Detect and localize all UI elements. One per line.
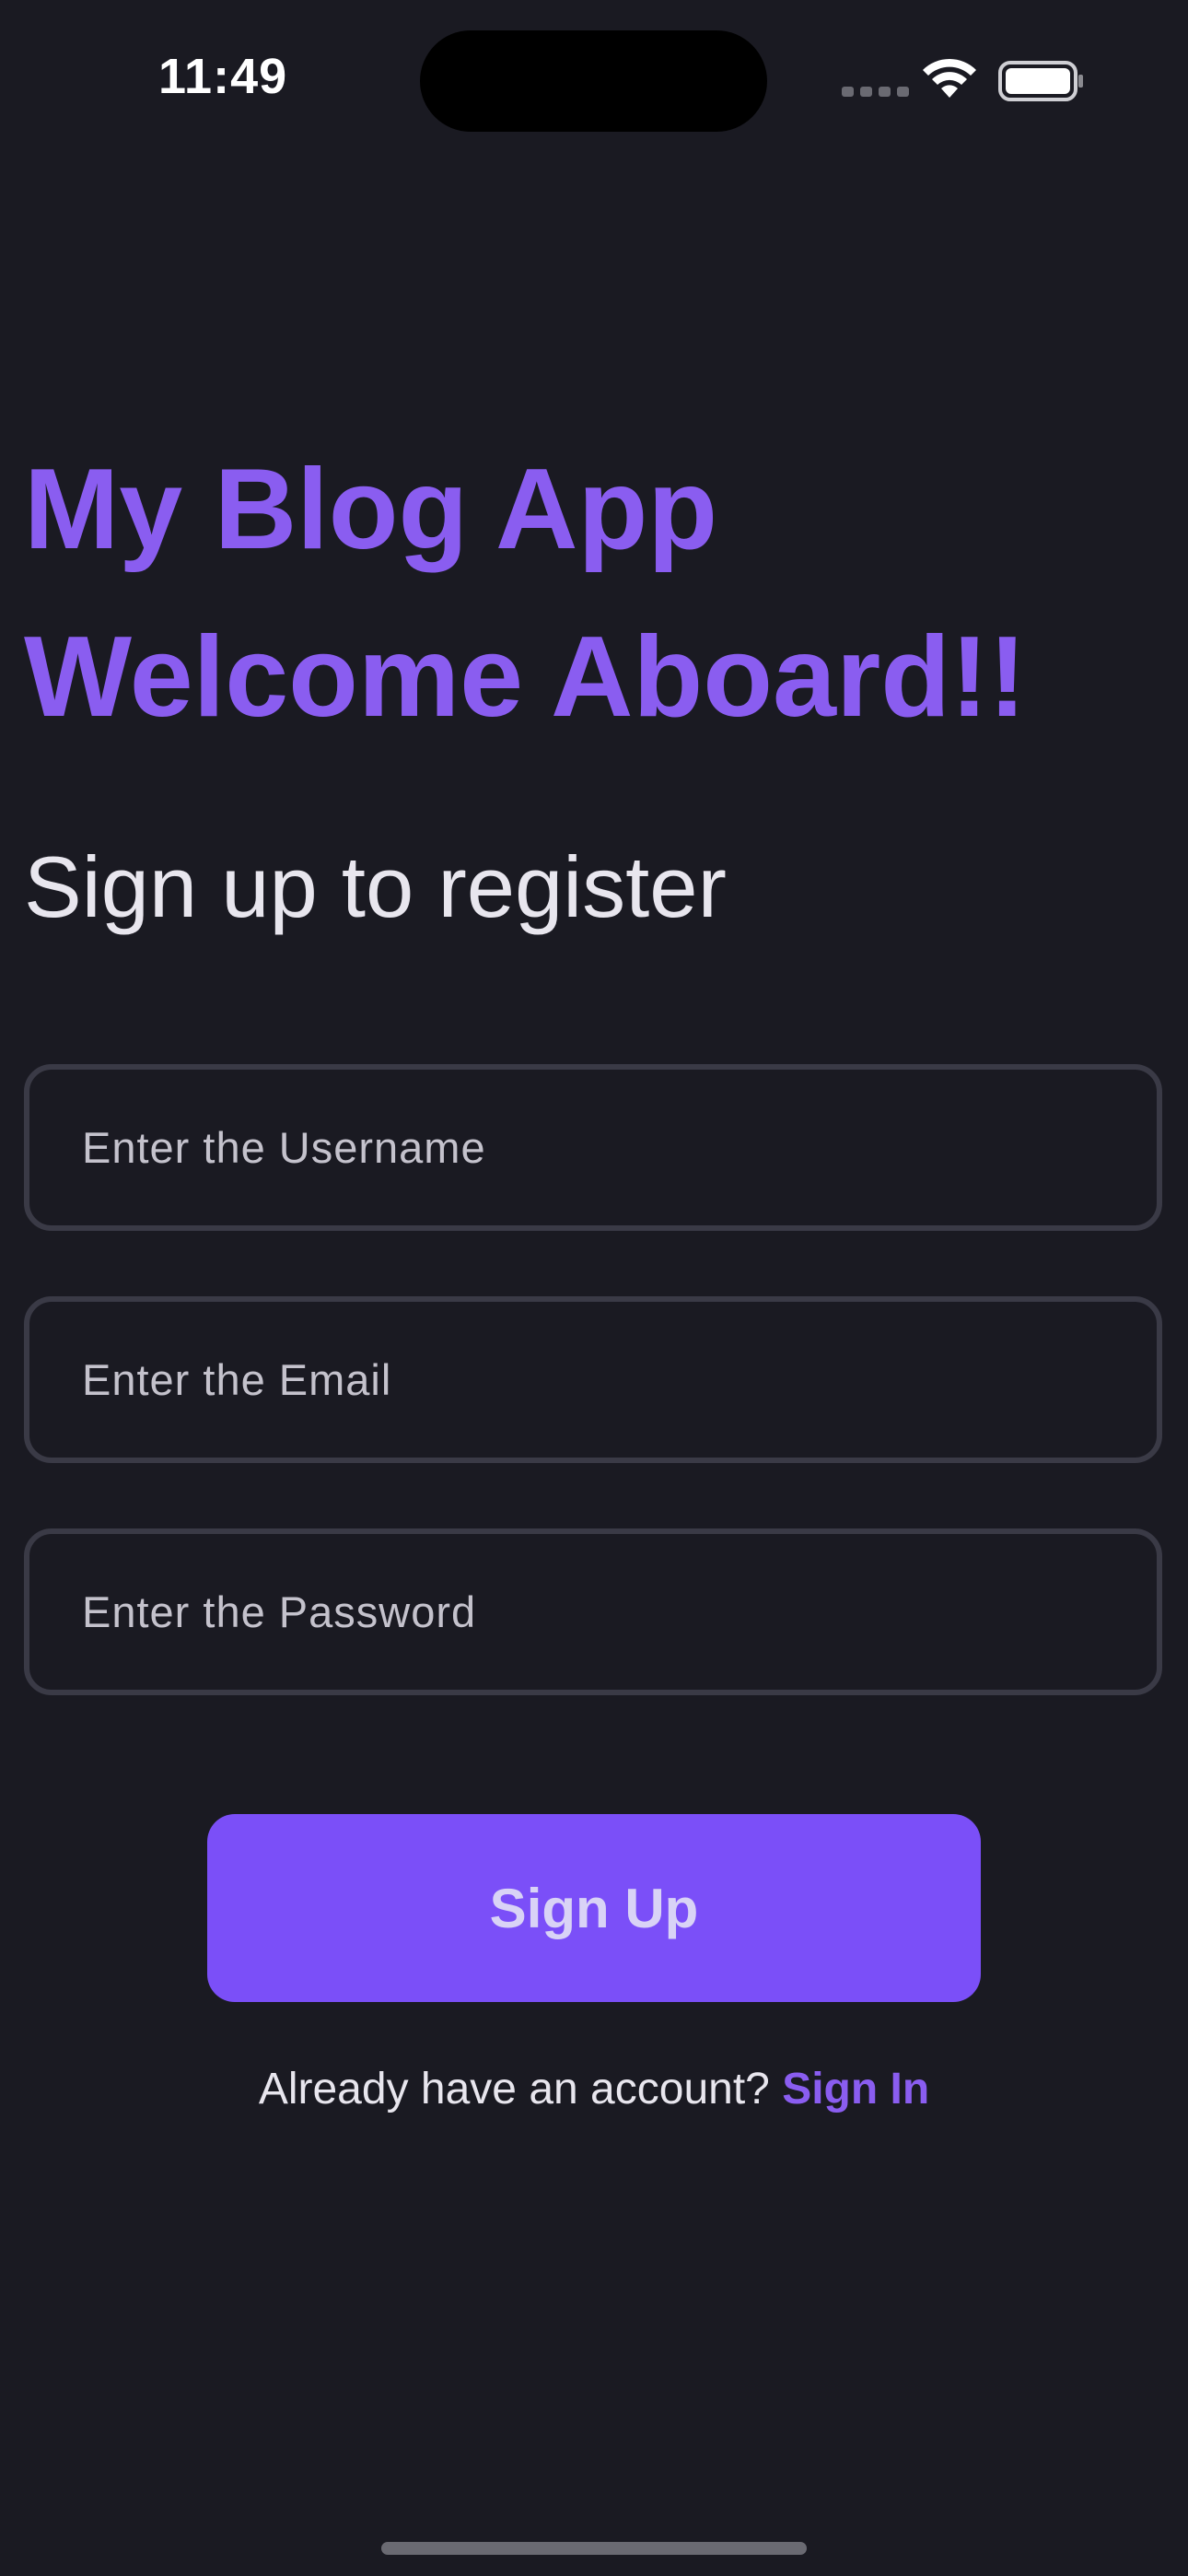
sign-in-link[interactable]: Sign In: [782, 2065, 929, 2113]
email-input[interactable]: [29, 1302, 1157, 1458]
username-field-container: [24, 1064, 1162, 1231]
wifi-icon: [923, 58, 976, 98]
title-line-app-name: My Blog App: [24, 446, 718, 573]
home-indicator[interactable]: [381, 2542, 807, 2555]
page-title: My Blog App Welcome Aboard!!: [24, 426, 1027, 761]
sign-up-button[interactable]: Sign Up: [207, 1814, 981, 2002]
password-input[interactable]: [29, 1534, 1157, 1690]
email-field-container: [24, 1296, 1162, 1463]
battery-icon: [998, 61, 1083, 101]
sign-in-prompt-text: Already have an account?: [258, 2065, 770, 2113]
cellular-signal-icon: [842, 87, 909, 97]
username-input[interactable]: [29, 1070, 1157, 1225]
dynamic-island: [420, 30, 767, 132]
sign-in-prompt: Already have an account? Sign In: [0, 2060, 1188, 2119]
status-time: 11:49: [158, 49, 288, 104]
status-bar: 11:49: [0, 0, 1188, 157]
title-line-welcome: Welcome Aboard!!: [24, 614, 1027, 741]
password-field-container: [24, 1528, 1162, 1695]
page-subtitle: Sign up to register: [24, 838, 727, 935]
